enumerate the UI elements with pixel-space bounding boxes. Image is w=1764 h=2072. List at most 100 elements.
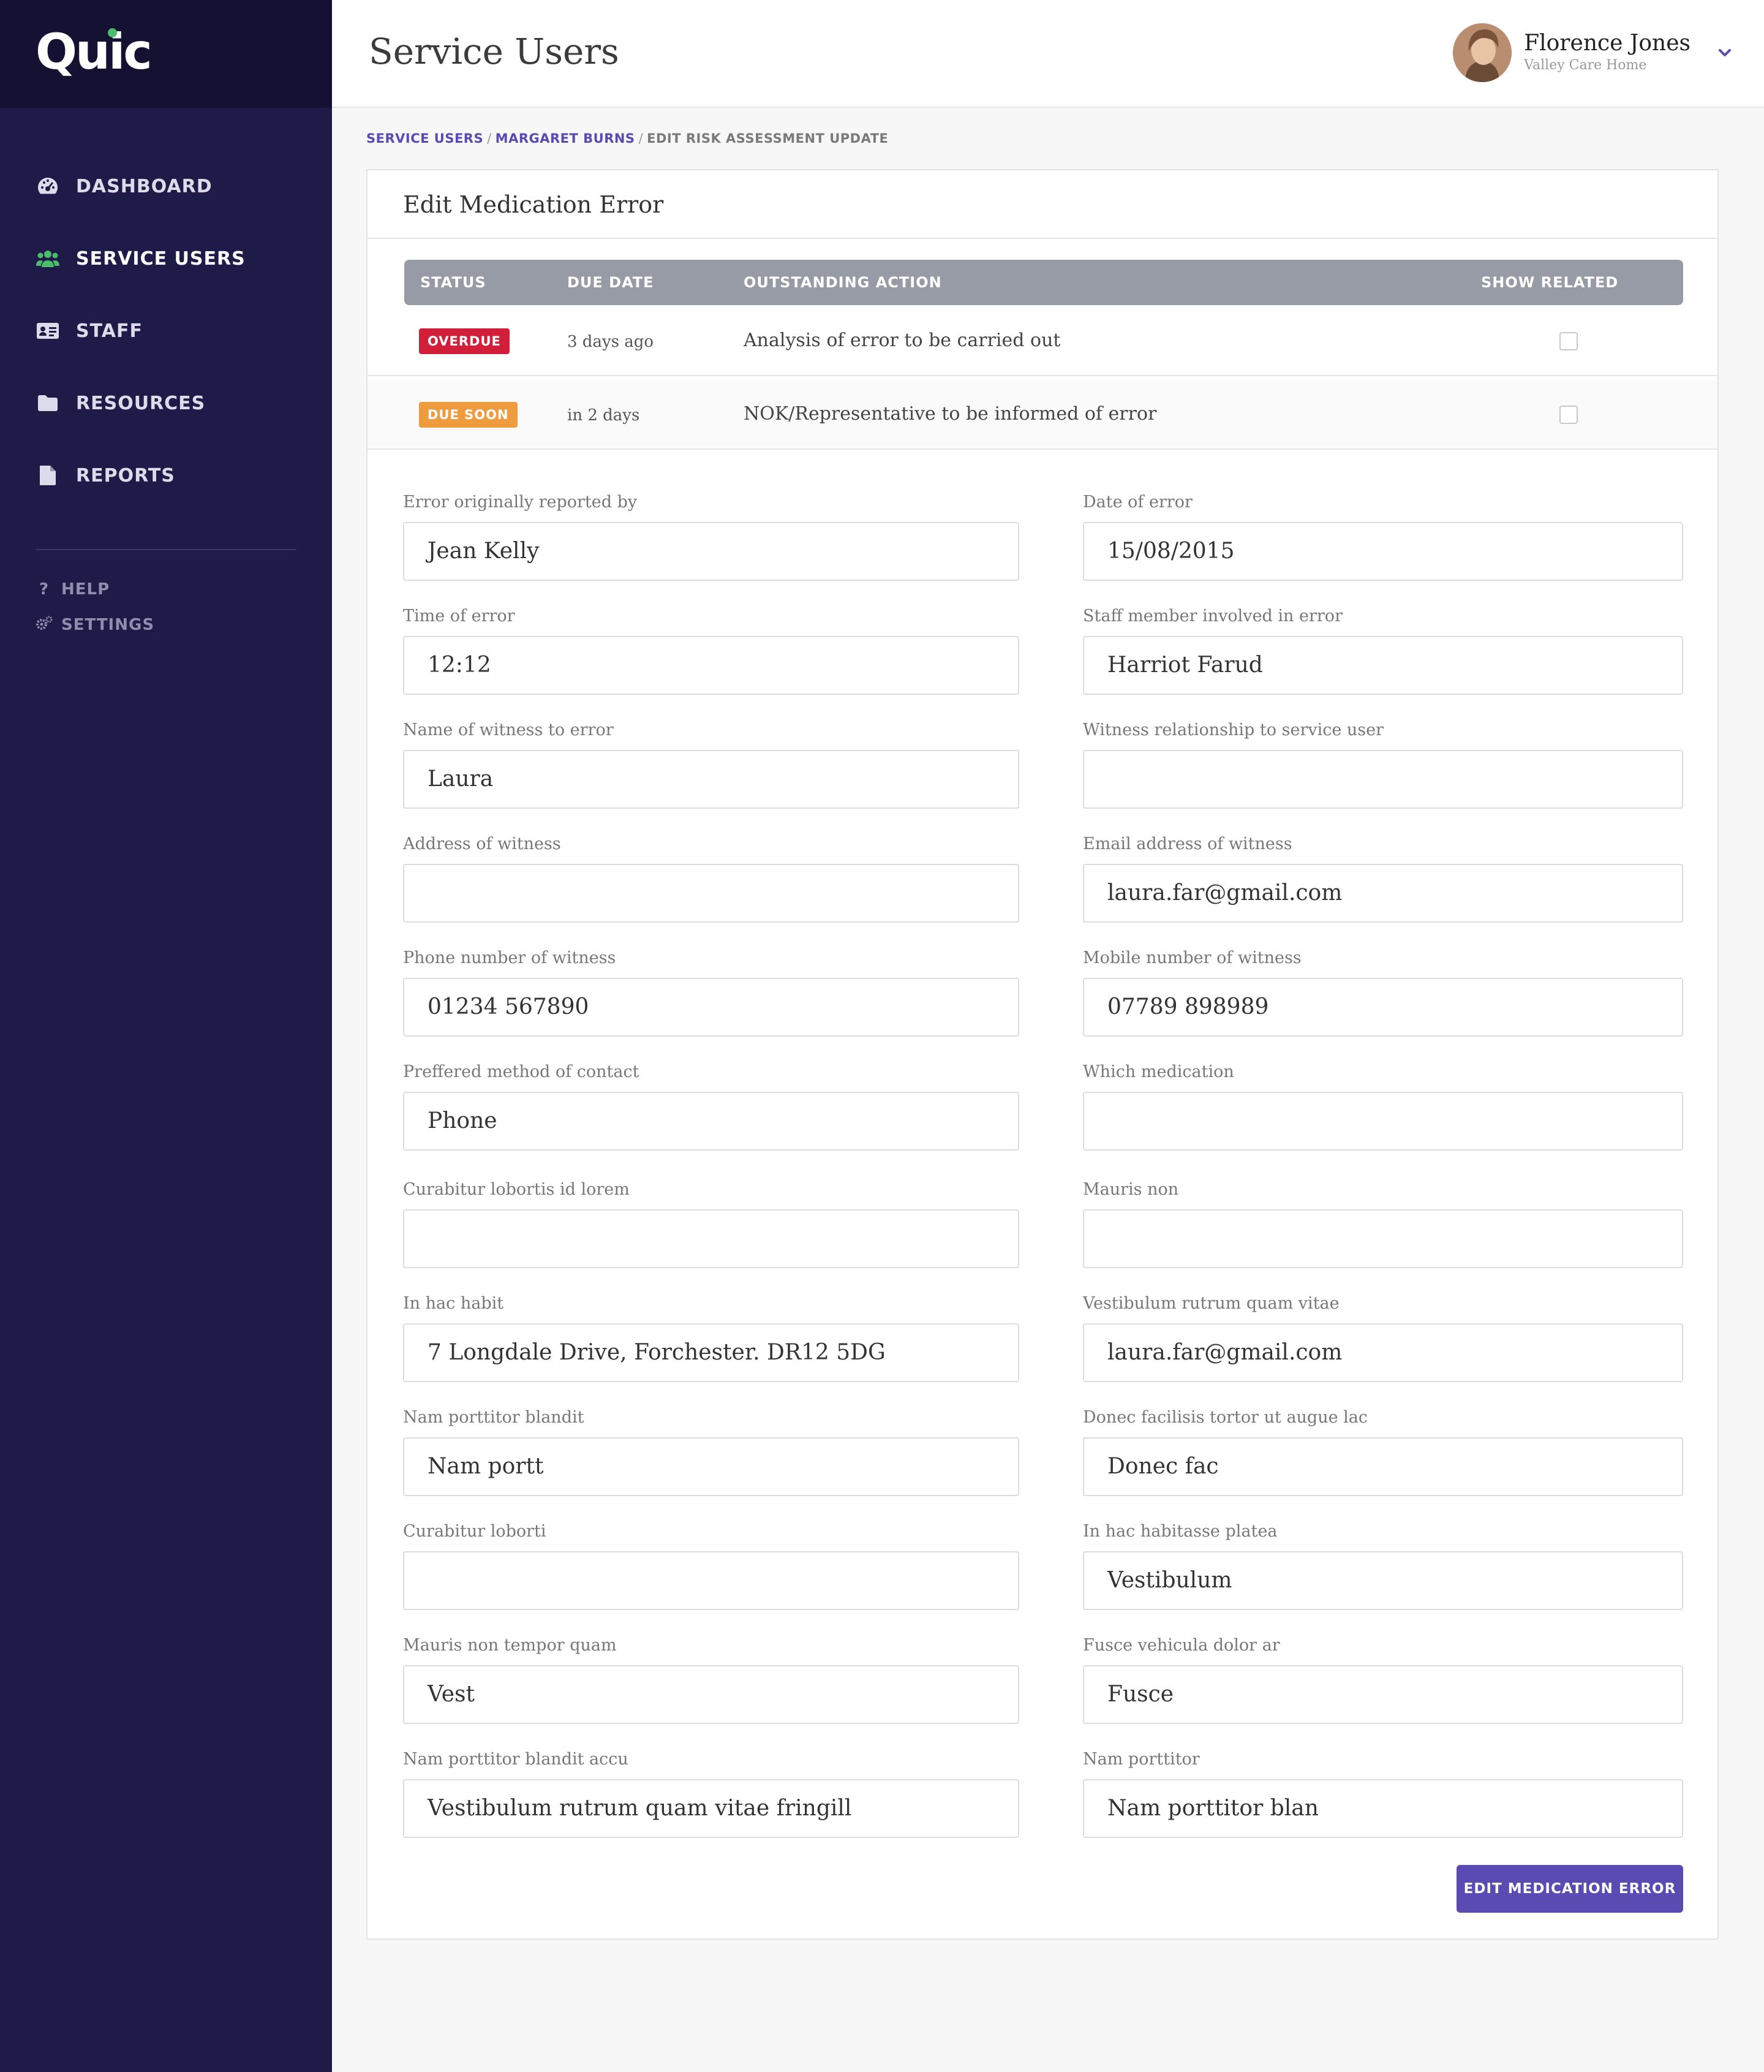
mauris-non-input[interactable]	[1083, 1209, 1683, 1268]
field-label: Vestibulum rutrum quam vitae	[1083, 1294, 1340, 1313]
address-of-witness-input[interactable]	[403, 864, 1019, 923]
form-group-fusce-vehicula-dolor-ar: Fusce vehicula dolor ar Fusce	[1083, 1635, 1683, 1724]
table-row: DUE SOON in 2 days NOK/Representative to…	[368, 380, 1717, 450]
table-row: OVERDUE 3 days ago Analysis of error to …	[368, 306, 1717, 376]
show-related-fields-checkbox[interactable]	[1559, 406, 1578, 424]
mobile-number-of-witness-input[interactable]: 07789 898989	[1083, 978, 1683, 1037]
form-group-mauris-non-tempor-quam: Mauris non tempor quam Vest	[403, 1635, 1019, 1724]
sidebar-item-label: SERVICE USERS	[76, 248, 246, 270]
nam-porttitor-blandit-input[interactable]: Nam portt	[403, 1437, 1019, 1496]
user-menu[interactable]: Florence Jones Valley Care Home	[1453, 22, 1731, 83]
fusce-vehicula-dolor-ar-input[interactable]: Fusce	[1083, 1665, 1683, 1724]
show-related-fields-checkbox[interactable]	[1559, 332, 1578, 350]
date-of-error-input[interactable]: 15/08/2015	[1083, 522, 1683, 581]
logo-bar: Quic	[0, 0, 332, 108]
form-group-address-of-witness: Address of witness	[403, 833, 1019, 923]
curabitur-lobortis-id-lorem-input[interactable]	[403, 1209, 1019, 1268]
user-location: Valley Care Home	[1524, 58, 1647, 73]
sidebar-item-service-users[interactable]: SERVICE USERS	[36, 240, 246, 277]
form-group-curabitur-loborti: Curabitur loborti	[403, 1521, 1019, 1610]
status-badge: OVERDUE	[419, 328, 510, 354]
in-hac-habitasse-platea-input[interactable]: Vestibulum	[1083, 1551, 1683, 1610]
field-label: Curabitur lobortis id lorem	[403, 1180, 630, 1199]
form-group-nam-porttitor-blandit-accu: Nam porttitor blandit accu Vestibulum rut…	[403, 1749, 1019, 1838]
question-icon: ?	[39, 580, 50, 599]
gears-icon	[36, 616, 53, 635]
breadcrumb: SERVICE USERS / MARGARET BURNS / EDIT RISK A…	[366, 131, 888, 146]
edit-medication-error-card: Edit Medication Error STATUS DUE DATE OU…	[366, 169, 1719, 1940]
form-group-curabitur-lobortis-id-lorem: Curabitur lobortis id lorem	[403, 1179, 1019, 1268]
breadcrumb-separator: /	[487, 131, 492, 146]
error-originally-reported-by-input[interactable]: Jean Kelly	[403, 522, 1019, 581]
field-label: Error originally reported by	[403, 493, 638, 512]
preffered-method-of-contact-input[interactable]: Phone	[403, 1092, 1019, 1151]
field-label: Donec facilisis tortor ut augue lac	[1083, 1408, 1368, 1427]
time-of-error-input[interactable]: 12:12	[403, 636, 1019, 695]
card-header: Edit Medication Error	[368, 170, 1717, 239]
outstanding-action: Analysis of error to be carried out	[744, 330, 1061, 351]
sidebar-item-label: RESOURCES	[76, 392, 206, 414]
breadcrumb-separator: /	[638, 131, 644, 146]
in-hac-habit-input[interactable]: 7 Longdale Drive, Forchester. DR12 5DG	[403, 1323, 1019, 1382]
logo[interactable]: Quic	[36, 23, 153, 80]
field-label: Preffered method of contact	[403, 1062, 639, 1081]
due-date: in 2 days	[567, 406, 640, 425]
field-label: Time of error	[403, 607, 515, 626]
sidebar-divider	[36, 549, 296, 550]
form-group-staff-member-involved-in-error: Staff member involved in error Harriot Fa…	[1083, 605, 1683, 695]
nam-porttitor-input[interactable]: Nam porttitor blan	[1083, 1779, 1683, 1838]
nam-porttitor-blandit-accu-input[interactable]: Vestibulum rutrum quam vitae fringill	[403, 1779, 1019, 1838]
name-of-witness-to-error-input[interactable]: Laura	[403, 750, 1019, 809]
field-label: Mauris non tempor quam	[403, 1636, 617, 1655]
which-medication-input[interactable]	[1083, 1092, 1683, 1151]
column-outstanding-action: OUTSTANDING ACTION	[744, 274, 942, 291]
user-name: Florence Jones	[1524, 31, 1691, 56]
staff-member-involved-in-error-input[interactable]: Harriot Farud	[1083, 636, 1683, 695]
file-icon	[36, 466, 60, 485]
sidebar-item-resources[interactable]: RESOURCES	[36, 385, 205, 422]
breadcrumb-current: EDIT RISK ASSESSMENT UPDATE	[647, 131, 889, 146]
phone-number-of-witness-input[interactable]: 01234 567890	[403, 978, 1019, 1037]
avatar	[1453, 23, 1512, 82]
sidebar-item-staff[interactable]: STAFF	[36, 312, 143, 349]
form-group-nam-porttitor: Nam porttitor Nam porttitor blan	[1083, 1749, 1683, 1838]
edit-medication-error-button[interactable]: EDIT MEDICATION ERROR	[1457, 1865, 1683, 1913]
form-group-date-of-error: Date of error 15/08/2015	[1083, 491, 1683, 581]
form-group-in-hac-habitasse-platea: In hac habitasse platea Vestibulum	[1083, 1521, 1683, 1610]
breadcrumb-service-users[interactable]: SERVICE USERS	[366, 131, 483, 146]
field-label: Date of error	[1083, 493, 1193, 512]
witness-relationship-to-service-user-input[interactable]	[1083, 750, 1683, 809]
chevron-down-icon[interactable]	[1716, 44, 1733, 61]
card-title: Edit Medication Error	[403, 191, 664, 218]
field-label: Curabitur loborti	[403, 1522, 546, 1541]
top-header: Service Users Florence Jones Valley Care…	[332, 0, 1764, 108]
form-group-name-of-witness-to-error: Name of witness to error Laura	[403, 719, 1019, 809]
field-label: Nam porttitor	[1083, 1750, 1200, 1769]
form-group-vestibulum-rutrum-quam-vitae: Vestibulum rutrum quam vitae laura.far@gm…	[1083, 1293, 1683, 1382]
sidebar-item-reports[interactable]: REPORTS	[36, 457, 175, 494]
sidebar-item-help[interactable]: ? HELP	[36, 577, 110, 602]
sidebar-item-label: REPORTS	[76, 464, 175, 486]
form-group-mobile-number-of-witness: Mobile number of witness 07789 898989	[1083, 947, 1683, 1037]
sidebar-item-settings[interactable]: SETTINGS	[36, 613, 154, 637]
status-badge: DUE SOON	[419, 402, 518, 428]
donec-facilisis-tortor-ut-augue-lac-input[interactable]: Donec fac	[1083, 1437, 1683, 1496]
user-info: Florence Jones Valley Care Home	[1524, 31, 1691, 75]
email-address-of-witness-input[interactable]: laura.far@gmail.com	[1083, 864, 1683, 923]
form-group-in-hac-habit: In hac habit 7 Longdale Drive, Forchester…	[403, 1293, 1019, 1382]
column-show-related-fields: SHOW RELATED FIELDS	[1481, 274, 1619, 336]
curabitur-loborti-input[interactable]	[403, 1551, 1019, 1610]
column-due-date: DUE DATE	[567, 274, 654, 291]
sidebar-item-dashboard[interactable]: DASHBOARD	[36, 168, 213, 205]
sidebar-subitem-label: HELP	[61, 580, 110, 599]
field-label: Nam porttitor blandit	[403, 1408, 584, 1427]
vestibulum-rutrum-quam-vitae-input[interactable]: laura.far@gmail.com	[1083, 1323, 1683, 1382]
form-group-error-originally-reported-by: Error originally reported by Jean Kelly	[403, 491, 1019, 581]
form-group-donec-facilisis-tortor-ut-augue-lac: Donec facilisis tortor ut augue lac Donec…	[1083, 1407, 1683, 1496]
breadcrumb-margaret-burns[interactable]: MARGARET BURNS	[496, 131, 635, 146]
field-label: Which medication	[1083, 1062, 1234, 1081]
mauris-non-tempor-quam-input[interactable]: Vest	[403, 1665, 1019, 1724]
field-label: Staff member involved in error	[1083, 607, 1343, 626]
outstanding-action: NOK/Representative to be informed of err…	[744, 403, 1157, 425]
page-title: Service Users	[369, 31, 619, 72]
